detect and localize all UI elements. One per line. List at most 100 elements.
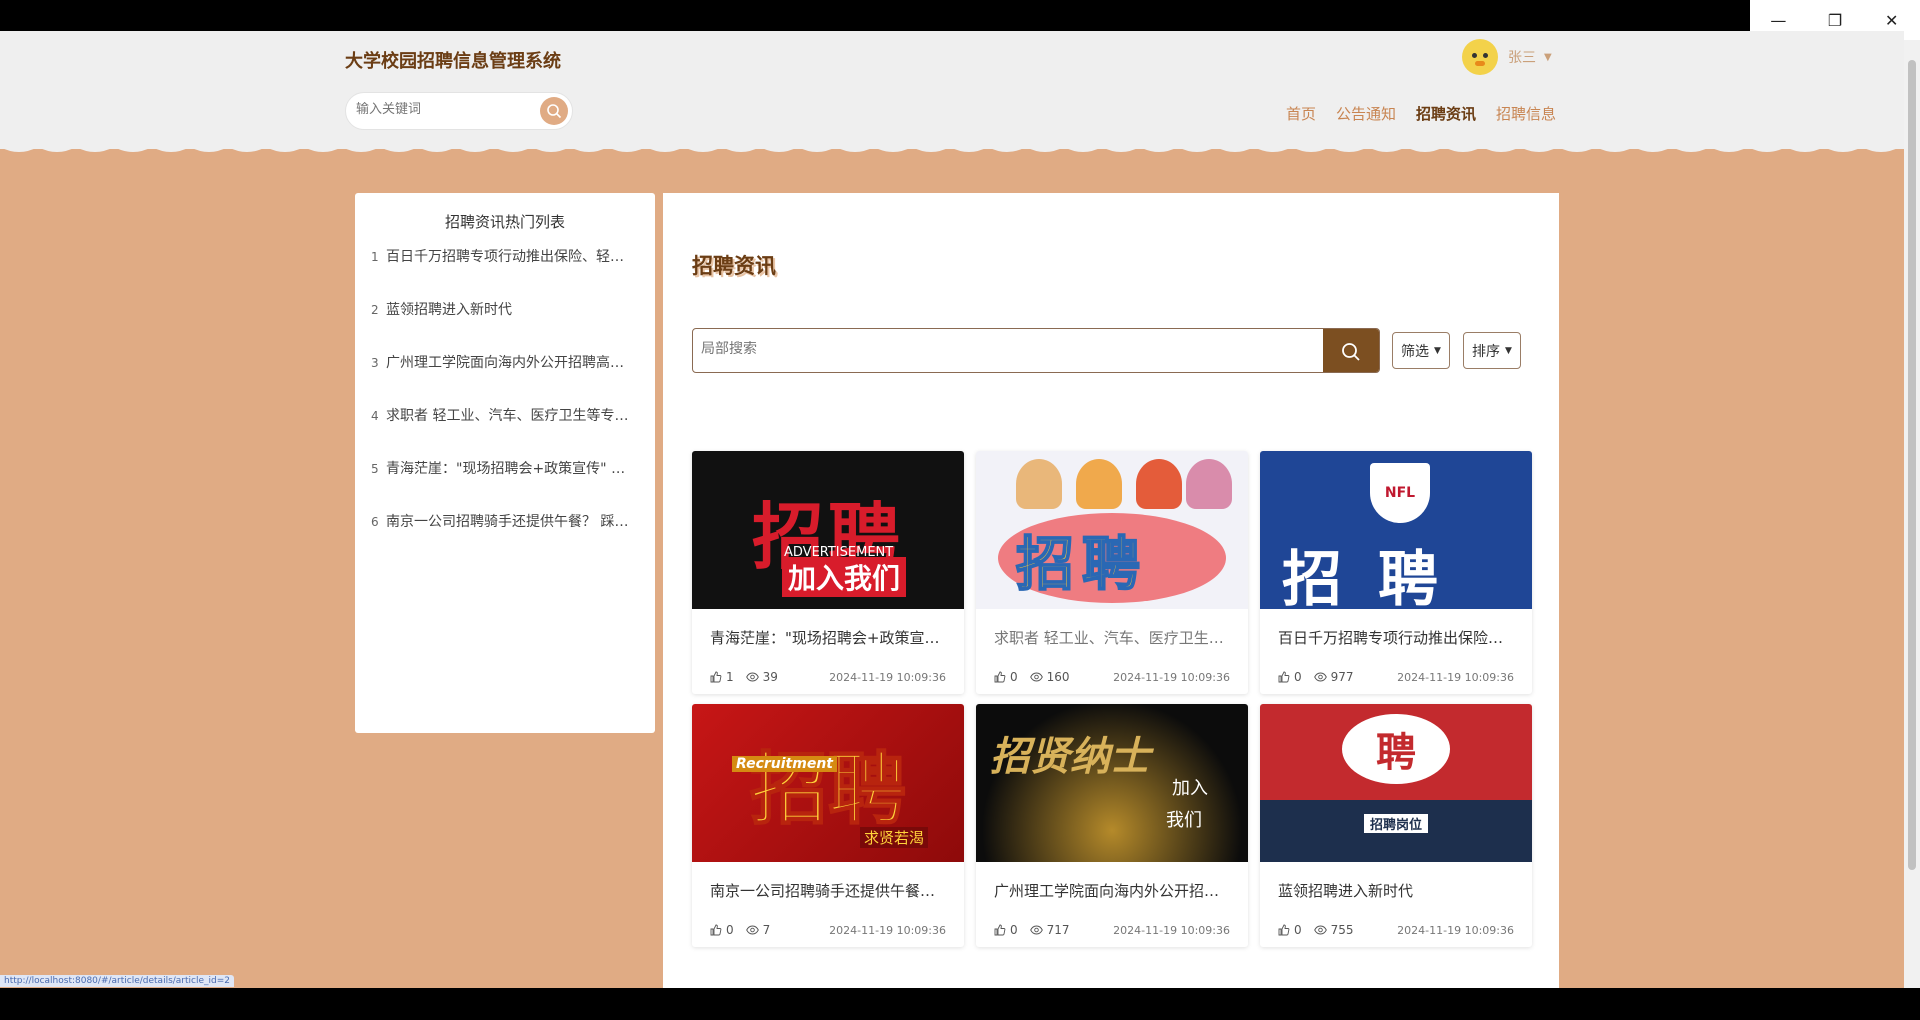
chevron-down-icon[interactable]: ▼ [1544,52,1552,63]
user-menu[interactable]: 张三 ▼ [1462,39,1552,75]
news-card-date: 2024-11-19 10:09:36 [1113,923,1230,937]
news-card-image[interactable]: 招聘 ADVERTISEMENT 加入我们 [692,451,964,609]
nav-item-notice[interactable]: 公告通知 [1336,103,1396,124]
like-count-value: 0 [1294,923,1302,937]
hot-list-item[interactable]: 2 蓝领招聘进入新时代 [355,299,655,352]
thumb-text: 加入我们 [782,557,907,597]
thumbs-up-icon [994,671,1006,683]
news-card-title[interactable]: 青海茫崖："现场招聘会+政策宣传"实现… [692,627,964,648]
local-search-button[interactable] [1323,329,1379,372]
search-icon [1342,342,1360,361]
thumbs-up-icon [710,924,722,936]
news-card[interactable]: 招聘 求职者 轻工业、汽车、医疗卫生等专业… 0 160 2024-11-19 … [976,451,1248,694]
hot-list-item[interactable]: 5 青海茫崖："现场招聘会+政策宣传" 实现… [355,458,655,511]
hot-item-rank: 6 [371,515,379,529]
like-count-value: 0 [1294,670,1302,684]
news-card-meta: 0 7 2024-11-19 10:09:36 [692,923,964,937]
site-search-button[interactable] [540,97,568,125]
nfl-logo: NFL [1370,463,1430,523]
like-count[interactable]: 0 [1278,923,1302,937]
news-card-title[interactable]: 百日千万招聘专项行动推出保险、轻工业等… [1260,627,1532,648]
hot-item-text: 蓝领招聘进入新时代 [386,302,512,318]
page-scrollbar[interactable] [1904,40,1920,988]
nav-item-news[interactable]: 招聘资讯 [1416,103,1476,124]
news-card-image[interactable]: 聘 招聘岗位 [1260,704,1532,862]
caret-down-icon: ▼ [1505,345,1512,356]
site-search-input[interactable] [356,102,536,117]
sort-dropdown[interactable]: 排序 ▼ [1463,332,1521,369]
window-titlebar [0,0,1920,31]
news-card[interactable]: 招聘 Recruitment 求贤若渴 南京一公司招聘骑手还提供午餐？ 踩… 0… [692,704,964,947]
news-card[interactable]: 招贤纳士 加入 我们 广州理工学院面向海内外公开招聘高层次人才 0 717 20… [976,704,1248,947]
hot-item-rank: 5 [371,462,379,476]
news-card[interactable]: 招聘 ADVERTISEMENT 加入我们 青海茫崖："现场招聘会+政策宣传"实… [692,451,964,694]
news-card-image[interactable]: 招聘 Recruitment 求贤若渴 [692,704,964,862]
view-count-value: 977 [1330,670,1354,684]
like-count[interactable]: 0 [994,923,1018,937]
hot-list-item[interactable]: 6 南京一公司招聘骑手还提供午餐？ 踩… [355,511,655,564]
filter-dropdown[interactable]: 筛选 ▼ [1392,332,1450,369]
thumb-text: 招聘岗位 [1364,814,1429,833]
caret-down-icon: ▼ [1434,345,1441,356]
thumbs-up-icon [1278,671,1290,683]
news-card-meta: 0 717 2024-11-19 10:09:36 [976,923,1248,937]
scrollbar-thumb[interactable] [1908,60,1916,870]
hot-list-item[interactable]: 4 求职者 轻工业、汽车、医疗卫生等专业… [355,405,655,458]
news-card[interactable]: NFL 招聘 百日千万招聘专项行动推出保险、轻工业等… 0 977 2024-1… [1260,451,1532,694]
news-card[interactable]: 聘 招聘岗位 蓝领招聘进入新时代 0 755 2024-11-19 10:09:… [1260,704,1532,947]
hot-item-text: 百日千万招聘专项行动推出保险、轻工业等… [386,249,636,265]
view-count-value: 717 [1046,923,1070,937]
news-card-image[interactable]: 招聘 [976,451,1248,609]
hot-list-panel: 招聘资讯热门列表 1 百日千万招聘专项行动推出保险、轻工业等… 2 蓝领招聘进入新时… [355,193,655,733]
thumbs-up-icon [710,671,722,683]
like-count-value: 0 [1010,923,1018,937]
status-bar-url: http://localhost:8080/#/article/details/… [0,975,235,987]
local-search-input[interactable] [701,341,1281,357]
hot-item-text: 南京一公司招聘骑手还提供午餐？ 踩… [386,514,629,530]
view-count-value: 755 [1330,923,1354,937]
view-count: 717 [1029,923,1070,937]
hot-list-item[interactable]: 3 广州理工学院面向海内外公开招聘高层次人才 [355,352,655,405]
news-card-title[interactable]: 南京一公司招聘骑手还提供午餐？ 踩… [692,880,964,901]
like-count[interactable]: 0 [994,670,1018,684]
local-search [692,328,1380,373]
site-search [345,92,573,130]
like-count[interactable]: 0 [1278,670,1302,684]
like-count[interactable]: 0 [710,923,734,937]
eye-icon [1029,925,1043,935]
avatar[interactable] [1462,39,1498,75]
news-card-date: 2024-11-19 10:09:36 [1113,670,1230,684]
like-count[interactable]: 1 [710,670,734,684]
thumb-text: 我们 [1166,810,1202,831]
nav-item-jobs[interactable]: 招聘信息 [1496,103,1556,124]
news-card-title[interactable]: 求职者 轻工业、汽车、医疗卫生等专业… [976,627,1248,648]
search-icon [547,104,562,119]
filter-label: 筛选 [1401,343,1429,360]
eye-icon [745,672,759,682]
news-card-image[interactable]: NFL 招聘 [1260,451,1532,609]
header-wave-divider [0,137,1904,152]
hot-item-text: 青海茫崖："现场招聘会+政策宣传" 实现… [386,461,636,477]
news-card-date: 2024-11-19 10:09:36 [829,923,946,937]
news-card-grid: 招聘 ADVERTISEMENT 加入我们 青海茫崖："现场招聘会+政策宣传"实… [692,451,1532,947]
sort-label: 排序 [1472,343,1500,360]
news-card-title[interactable]: 蓝领招聘进入新时代 [1260,880,1532,901]
thumb-text: 招聘 [749,744,907,836]
taskbar [0,988,1920,1020]
thumb-text: 招贤纳士 [990,733,1150,780]
thumb-text: 招聘 [1282,545,1474,609]
view-count: 160 [1029,670,1070,684]
hot-item-rank: 1 [371,250,379,264]
news-card-image[interactable]: 招贤纳士 加入 我们 [976,704,1248,862]
thumb-text: 求贤若渴 [859,827,928,848]
hot-list-title: 招聘资讯热门列表 [444,213,565,231]
nav-item-home[interactable]: 首页 [1286,103,1316,124]
hot-item-text: 广州理工学院面向海内外公开招聘高层次人才 [386,355,636,371]
user-name[interactable]: 张三 [1508,47,1536,67]
hot-list: 1 百日千万招聘专项行动推出保险、轻工业等… 2 蓝领招聘进入新时代 3 广州理工学院… [355,246,655,564]
hot-item-rank: 3 [371,356,379,370]
news-card-title[interactable]: 广州理工学院面向海内外公开招聘高层次人才 [976,880,1248,901]
news-card-date: 2024-11-19 10:09:36 [829,670,946,684]
view-count: 977 [1313,670,1354,684]
hot-list-item[interactable]: 1 百日千万招聘专项行动推出保险、轻工业等… [355,246,655,299]
